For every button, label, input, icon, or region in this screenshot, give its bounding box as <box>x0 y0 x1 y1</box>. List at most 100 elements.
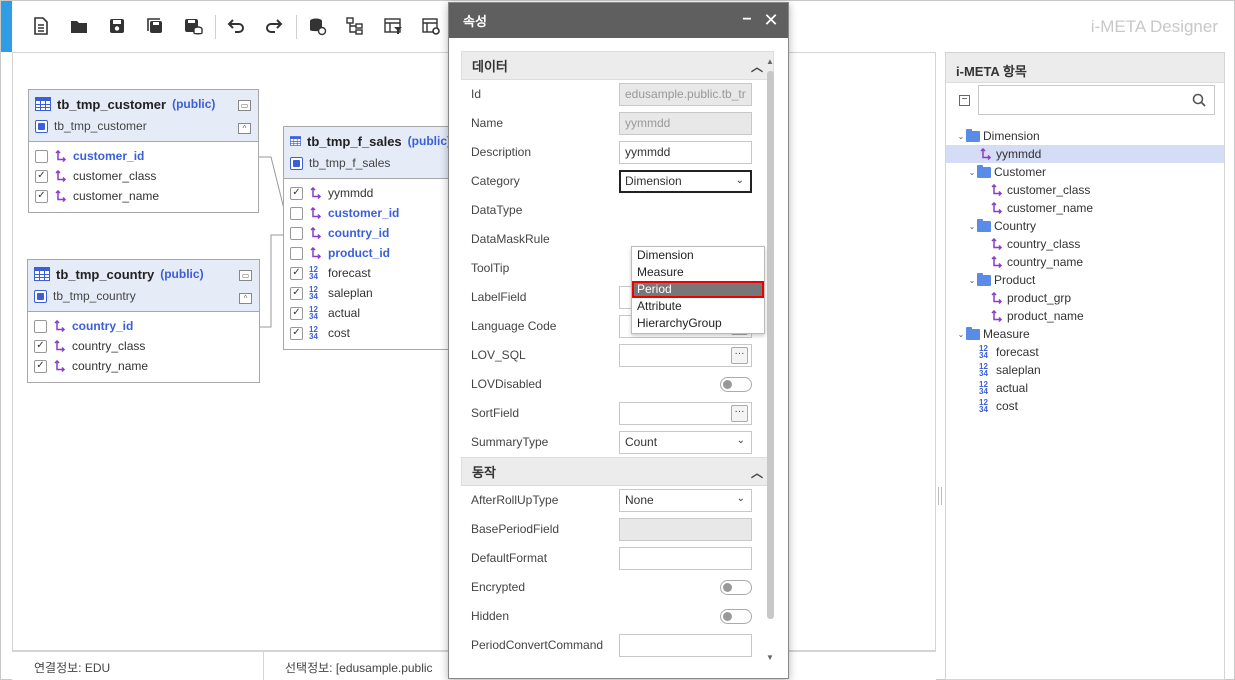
table-row[interactable]: 1234 saleplan <box>290 283 451 303</box>
sortfield-input[interactable]: ··· <box>619 402 752 425</box>
tree-node[interactable]: ⌄ Dimension <box>946 127 1224 145</box>
table-row[interactable]: customer_class <box>35 166 252 186</box>
table-row[interactable]: 1234 forecast <box>290 263 451 283</box>
tree-node[interactable]: country_class <box>946 235 1224 253</box>
column-checkbox[interactable] <box>34 319 47 333</box>
tree-node[interactable]: ⌄ Measure <box>946 325 1224 343</box>
save-icon[interactable] <box>104 13 130 39</box>
undo-icon[interactable] <box>223 13 249 39</box>
tree-node[interactable]: customer_class <box>946 181 1224 199</box>
table-row[interactable]: yymmdd <box>290 183 451 203</box>
new-document-icon[interactable] <box>28 13 54 39</box>
panel-splitter[interactable] <box>938 487 942 505</box>
table-row[interactable]: country_id <box>290 223 451 243</box>
expand-icon[interactable]: ⌄ <box>956 132 966 141</box>
expand-icon[interactable]: ⌄ <box>967 168 977 177</box>
afterrolluptype-select[interactable]: None ⌄ <box>619 489 752 512</box>
table-filter-icon[interactable] <box>380 13 406 39</box>
table-card-sales[interactable]: tb_tmp_f_sales (public) tb_tmp_f_sales y… <box>283 126 458 350</box>
table-row[interactable]: country_name <box>34 356 253 376</box>
close-icon[interactable]: ✕ <box>762 11 780 29</box>
column-checkbox[interactable] <box>34 339 47 353</box>
lov-sql-input[interactable]: ··· <box>619 344 752 367</box>
tree-node[interactable]: product_grp <box>946 289 1224 307</box>
hidden-toggle[interactable] <box>720 609 752 624</box>
section-action[interactable]: 동작 ︿ <box>461 457 774 486</box>
column-checkbox[interactable] <box>290 266 303 280</box>
table-toggle-checkbox[interactable] <box>34 289 47 303</box>
expand-icon[interactable]: ⌄ <box>967 222 977 231</box>
collapse-all-icon[interactable]: − <box>959 95 970 106</box>
tree-node[interactable]: ⌄ Customer <box>946 163 1224 181</box>
table-row[interactable]: country_id <box>34 316 253 336</box>
database-link-icon[interactable] <box>304 13 330 39</box>
column-checkbox[interactable] <box>34 359 47 373</box>
hierarchy-icon[interactable] <box>342 13 368 39</box>
expand-icon[interactable]: ⌄ <box>967 276 977 285</box>
table-row[interactable]: product_id <box>290 243 451 263</box>
tree-node[interactable]: product_name <box>946 307 1224 325</box>
table-card-customer[interactable]: tb_tmp_customer (public) ▭ tb_tmp_custom… <box>28 89 259 213</box>
column-checkbox[interactable] <box>290 246 303 260</box>
category-select[interactable]: Dimension ⌄ <box>619 170 752 193</box>
search-icon[interactable] <box>1192 93 1206 107</box>
tree-node[interactable]: ⌄ Country <box>946 217 1224 235</box>
dialog-scrollbar[interactable]: ▲ ▼ <box>765 55 776 667</box>
expand-icon[interactable]: ⌄ <box>956 330 966 339</box>
table-toggle-checkbox[interactable] <box>35 119 48 133</box>
column-checkbox[interactable] <box>35 169 48 183</box>
column-checkbox[interactable] <box>290 226 303 240</box>
more-button[interactable]: ··· <box>731 405 748 422</box>
dropdown-option[interactable]: HierarchyGroup <box>632 315 764 332</box>
tree-node[interactable]: 12 34 cost <box>946 397 1224 415</box>
description-field[interactable]: yymmdd <box>619 141 752 164</box>
table-card-country[interactable]: tb_tmp_country (public) ▭ tb_tmp_country… <box>27 259 260 383</box>
meta-search-input[interactable] <box>978 85 1215 115</box>
section-data[interactable]: 데이터 ︿ <box>461 51 774 80</box>
encrypted-toggle[interactable] <box>720 580 752 595</box>
tree-node[interactable]: 12 34 forecast <box>946 343 1224 361</box>
tree-node[interactable]: yymmdd <box>946 145 1224 163</box>
table-row[interactable]: country_class <box>34 336 253 356</box>
table-row[interactable]: customer_id <box>290 203 451 223</box>
minimize-icon[interactable]: − <box>738 11 756 29</box>
table-menu-icon[interactable]: ▭ <box>238 100 251 111</box>
periodconvertcommand-input[interactable] <box>619 634 752 657</box>
tree-node[interactable]: ⌄ Product <box>946 271 1224 289</box>
tree-node[interactable]: 12 34 saleplan <box>946 361 1224 379</box>
table-toggle-checkbox[interactable] <box>290 156 303 170</box>
chevron-up-icon[interactable]: ︿ <box>751 464 763 481</box>
table-row[interactable]: customer_id <box>35 146 252 166</box>
save-all-icon[interactable] <box>142 13 168 39</box>
column-checkbox[interactable] <box>35 189 48 203</box>
column-checkbox[interactable] <box>290 186 303 200</box>
scroll-up-icon[interactable]: ▲ <box>766 57 774 66</box>
column-checkbox[interactable] <box>290 306 303 320</box>
tree-node[interactable]: country_name <box>946 253 1224 271</box>
more-button[interactable]: ··· <box>731 347 748 364</box>
summarytype-select[interactable]: Count ⌄ <box>619 431 752 454</box>
scroll-down-icon[interactable]: ▼ <box>766 653 774 662</box>
open-folder-icon[interactable] <box>66 13 92 39</box>
dropdown-option[interactable]: Attribute <box>632 298 764 315</box>
table-row[interactable]: 1234 cost <box>290 323 451 343</box>
table-menu-icon[interactable]: ▭ <box>239 270 252 281</box>
lovdisabled-toggle[interactable] <box>720 377 752 392</box>
column-checkbox[interactable] <box>290 326 303 340</box>
dropdown-option[interactable]: Period <box>632 281 764 298</box>
table-row[interactable]: 1234 actual <box>290 303 451 323</box>
table-row[interactable]: customer_name <box>35 186 252 206</box>
chevron-up-icon[interactable]: ︿ <box>751 58 763 75</box>
dropdown-option[interactable]: Measure <box>632 264 764 281</box>
tree-node[interactable]: 12 34 actual <box>946 379 1224 397</box>
tree-node[interactable]: customer_name <box>946 199 1224 217</box>
column-checkbox[interactable] <box>35 149 48 163</box>
column-checkbox[interactable] <box>290 206 303 220</box>
column-checkbox[interactable] <box>290 286 303 300</box>
save-db-icon[interactable] <box>180 13 206 39</box>
collapse-icon[interactable]: ^ <box>239 293 252 304</box>
scroll-thumb[interactable] <box>767 71 774 619</box>
dropdown-option[interactable]: Dimension <box>632 247 764 264</box>
table-settings-icon[interactable] <box>418 13 444 39</box>
collapse-icon[interactable]: ^ <box>238 123 251 134</box>
